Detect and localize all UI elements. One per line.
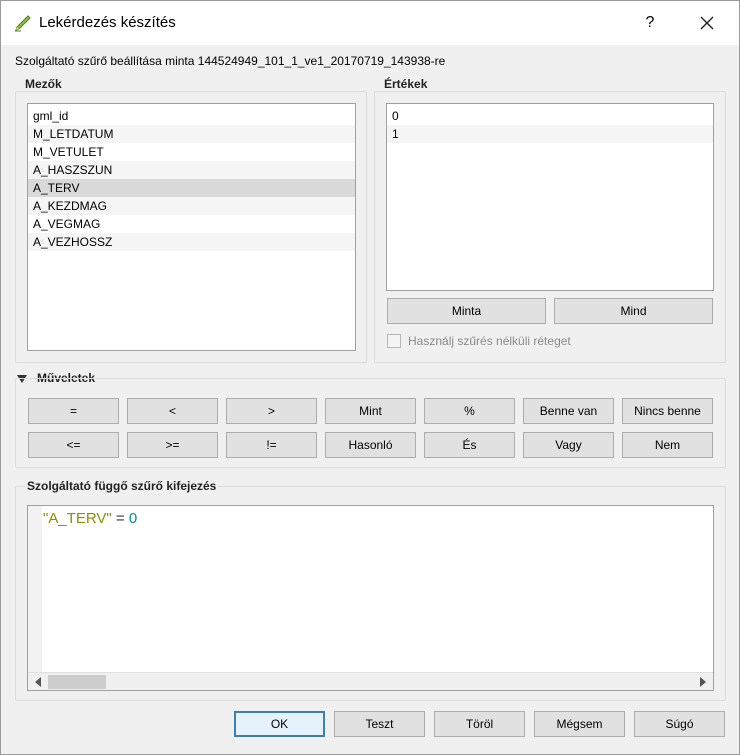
operator-percent-button[interactable]: %	[424, 398, 515, 424]
list-item-selected[interactable]: A_TERV	[28, 179, 355, 197]
clear-button[interactable]: Töröl	[434, 711, 525, 737]
expression-group-title: Szolgáltató függő szűrő kifejezés	[25, 479, 219, 493]
expression-operator-token: =	[115, 510, 125, 527]
expression-field-token: "A_TERV"	[43, 510, 112, 527]
scroll-right-icon[interactable]	[697, 676, 709, 688]
operator-equals-button[interactable]: =	[28, 398, 119, 424]
operator-not-equal-button[interactable]: !=	[226, 432, 317, 458]
operator-less-equal-button[interactable]: <=	[28, 432, 119, 458]
operator-in-button[interactable]: Benne van	[523, 398, 614, 424]
list-item[interactable]: 0	[387, 107, 713, 125]
all-button[interactable]: Mind	[554, 298, 713, 324]
title-bar: Lekérdezés készítés ?	[1, 1, 739, 45]
expression-editor[interactable]: "A_TERV" = 0	[27, 505, 714, 691]
values-group-title: Értékek	[384, 77, 428, 91]
list-item[interactable]: M_VETULET	[28, 143, 355, 161]
editor-gutter	[28, 506, 42, 672]
close-icon[interactable]	[693, 9, 721, 37]
window-title: Lekérdezés készítés	[39, 14, 176, 31]
scrollbar-thumb[interactable]	[48, 675, 106, 689]
list-item[interactable]: A_KEZDMAG	[28, 197, 355, 215]
sample-button[interactable]: Minta	[387, 298, 546, 324]
cancel-button[interactable]: Mégsem	[534, 711, 625, 737]
help-title-button[interactable]: ?	[637, 11, 663, 35]
operator-less-button[interactable]: <	[127, 398, 218, 424]
operator-like-button[interactable]: Mint	[325, 398, 416, 424]
horizontal-scrollbar[interactable]	[28, 672, 713, 690]
expression-line[interactable]: "A_TERV" = 0	[43, 510, 137, 527]
operator-and-button[interactable]: És	[424, 432, 515, 458]
subtitle-text: Szolgáltató szűrő beállítása minta 14452…	[15, 54, 446, 68]
fields-group-title: Mezők	[25, 77, 62, 91]
use-unfiltered-layer-label: Használj szűrés nélküli réteget	[408, 334, 571, 348]
ok-button[interactable]: OK	[234, 711, 325, 737]
query-builder-dialog: Lekérdezés készítés ? Szolgáltató szűrő …	[0, 0, 740, 755]
operator-not-button[interactable]: Nem	[622, 432, 713, 458]
fields-list[interactable]: gml_id M_LETDATUM M_VETULET A_HASZSZUN A…	[27, 103, 356, 351]
operator-ilike-button[interactable]: Hasonló	[325, 432, 416, 458]
qgis-pencil-icon	[15, 15, 31, 32]
operator-or-button[interactable]: Vagy	[523, 432, 614, 458]
values-list[interactable]: 0 1	[386, 103, 714, 291]
list-item[interactable]: A_VEGMAG	[28, 215, 355, 233]
list-item[interactable]: M_LETDATUM	[28, 125, 355, 143]
operator-greater-equal-button[interactable]: >=	[127, 432, 218, 458]
scroll-left-icon[interactable]	[32, 676, 44, 688]
list-item[interactable]: 1	[387, 125, 713, 143]
operator-greater-button[interactable]: >	[226, 398, 317, 424]
list-item[interactable]: A_VEZHOSSZ	[28, 233, 355, 251]
test-button[interactable]: Teszt	[334, 711, 425, 737]
list-item[interactable]: gml_id	[28, 107, 355, 125]
use-unfiltered-layer-checkbox[interactable]	[387, 334, 401, 348]
help-button[interactable]: Súgó	[634, 711, 725, 737]
operator-not-in-button[interactable]: Nincs benne	[622, 398, 713, 424]
expression-value-token: 0	[128, 510, 138, 527]
list-item[interactable]: A_HASZSZUN	[28, 161, 355, 179]
